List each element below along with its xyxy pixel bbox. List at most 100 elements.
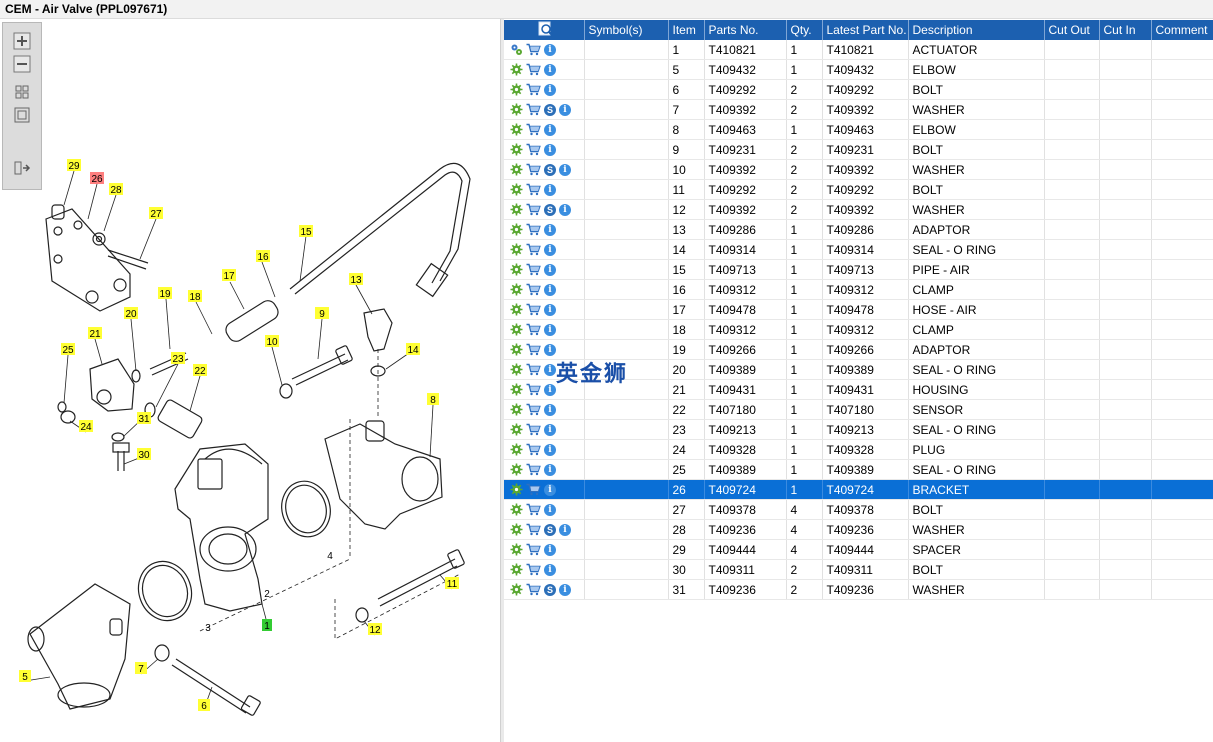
- actual-size-icon[interactable]: [13, 106, 31, 124]
- info-icon[interactable]: i: [559, 203, 571, 216]
- callout-28[interactable]: 28: [109, 183, 123, 196]
- callout-30[interactable]: 30: [137, 448, 151, 461]
- cart-icon[interactable]: [526, 503, 541, 516]
- cart-icon[interactable]: [526, 163, 541, 176]
- cart-icon[interactable]: [526, 443, 541, 456]
- cart-icon[interactable]: [526, 543, 541, 556]
- table-row[interactable]: i 25 T409389 1 T409389 SEAL - O RING: [504, 459, 1213, 480]
- column-header-description[interactable]: Description: [908, 20, 1045, 40]
- gear-icon[interactable]: [510, 483, 523, 496]
- callout-31[interactable]: 31: [137, 412, 151, 425]
- callout-11[interactable]: 11: [445, 577, 459, 590]
- cart-icon[interactable]: [526, 283, 541, 296]
- info-icon[interactable]: i: [544, 283, 556, 296]
- cart-icon[interactable]: [526, 483, 541, 496]
- gear-icon[interactable]: [510, 343, 523, 356]
- cart-icon[interactable]: [526, 243, 541, 256]
- gear-icon[interactable]: [510, 63, 523, 76]
- cart-icon[interactable]: [526, 423, 541, 436]
- gear-icon[interactable]: [510, 563, 523, 576]
- table-row[interactable]: i 22 T407180 1 T407180 SENSOR: [504, 399, 1213, 420]
- gear-icon[interactable]: [510, 223, 523, 236]
- gear-icon[interactable]: [510, 303, 523, 316]
- cart-icon[interactable]: [526, 523, 541, 536]
- info-icon[interactable]: i: [544, 383, 556, 396]
- callout-20[interactable]: 20: [124, 307, 138, 320]
- s-icon[interactable]: S: [544, 203, 556, 216]
- cart-icon[interactable]: [526, 263, 541, 276]
- multi-gear-icon[interactable]: [510, 43, 523, 56]
- info-icon[interactable]: i: [544, 183, 556, 196]
- callout-23[interactable]: 23: [171, 352, 185, 365]
- callout-15[interactable]: 15: [299, 225, 313, 238]
- callout-12[interactable]: 12: [368, 623, 382, 636]
- info-icon[interactable]: i: [544, 503, 556, 516]
- info-icon[interactable]: i: [544, 43, 556, 56]
- callout-17[interactable]: 17: [222, 269, 236, 282]
- gear-icon[interactable]: [510, 243, 523, 256]
- fit-page-icon[interactable]: [13, 83, 31, 101]
- gear-icon[interactable]: [510, 363, 523, 376]
- s-icon[interactable]: S: [544, 103, 556, 116]
- column-header-symbols[interactable]: Symbol(s): [584, 20, 669, 40]
- info-icon[interactable]: i: [559, 163, 571, 176]
- gear-icon[interactable]: [510, 183, 523, 196]
- gear-icon[interactable]: [510, 543, 523, 556]
- cart-icon[interactable]: [526, 203, 541, 216]
- info-icon[interactable]: i: [544, 343, 556, 356]
- column-header-qty[interactable]: Qty.: [786, 20, 823, 40]
- cart-icon[interactable]: [526, 583, 541, 596]
- callout-9[interactable]: 9: [315, 307, 329, 320]
- gear-icon[interactable]: [510, 323, 523, 336]
- info-icon[interactable]: i: [544, 563, 556, 576]
- table-row[interactable]: i 24 T409328 1 T409328 PLUG: [504, 439, 1213, 460]
- table-row[interactable]: i 23 T409213 1 T409213 SEAL - O RING: [504, 419, 1213, 440]
- gear-icon[interactable]: [510, 383, 523, 396]
- info-icon[interactable]: i: [544, 83, 556, 96]
- callout-18[interactable]: 18: [188, 290, 202, 303]
- gear-icon[interactable]: [510, 583, 523, 596]
- gear-icon[interactable]: [510, 143, 523, 156]
- table-row[interactable]: i 9 T409231 2 T409231 BOLT: [504, 139, 1213, 160]
- cart-icon[interactable]: [526, 343, 541, 356]
- column-header-item[interactable]: Item: [668, 20, 705, 40]
- info-icon[interactable]: i: [544, 443, 556, 456]
- table-row[interactable]: i 1 T410821 1 T410821 ACTUATOR: [504, 40, 1213, 60]
- gear-icon[interactable]: [510, 503, 523, 516]
- info-icon[interactable]: i: [544, 243, 556, 256]
- info-icon[interactable]: i: [544, 303, 556, 316]
- gear-icon[interactable]: [510, 83, 523, 96]
- info-icon[interactable]: i: [559, 583, 571, 596]
- cart-icon[interactable]: [526, 363, 541, 376]
- cart-icon[interactable]: [526, 463, 541, 476]
- callout-5[interactable]: 5: [19, 670, 31, 683]
- cart-icon[interactable]: [526, 83, 541, 96]
- callout-21[interactable]: 21: [88, 327, 102, 340]
- table-row[interactable]: i 11 T409292 2 T409292 BOLT: [504, 179, 1213, 200]
- gear-icon[interactable]: [510, 203, 523, 216]
- cart-icon[interactable]: [526, 563, 541, 576]
- callout-6[interactable]: 6: [198, 699, 210, 712]
- cart-icon[interactable]: [526, 303, 541, 316]
- info-icon[interactable]: i: [544, 363, 556, 376]
- cart-icon[interactable]: [526, 103, 541, 116]
- toggle-panel-icon[interactable]: [13, 159, 31, 177]
- table-row[interactable]: i 6 T409292 2 T409292 BOLT: [504, 79, 1213, 100]
- info-icon[interactable]: i: [559, 103, 571, 116]
- info-icon[interactable]: i: [544, 403, 556, 416]
- gear-icon[interactable]: [510, 443, 523, 456]
- s-icon[interactable]: S: [544, 523, 556, 536]
- gear-icon[interactable]: [510, 403, 523, 416]
- s-icon[interactable]: S: [544, 163, 556, 176]
- table-row[interactable]: i 29 T409444 4 T409444 SPACER: [504, 539, 1213, 560]
- table-row[interactable]: Si 28 T409236 4 T409236 WASHER: [504, 519, 1213, 540]
- info-icon[interactable]: i: [544, 423, 556, 436]
- table-row[interactable]: i 27 T409378 4 T409378 BOLT: [504, 499, 1213, 520]
- cart-icon[interactable]: [526, 383, 541, 396]
- cart-icon[interactable]: [526, 323, 541, 336]
- table-row[interactable]: i 18 T409312 1 T409312 CLAMP: [504, 319, 1213, 340]
- column-header-cut-out[interactable]: Cut Out: [1044, 20, 1100, 40]
- callout-27[interactable]: 27: [149, 207, 163, 220]
- gear-icon[interactable]: [510, 283, 523, 296]
- callout-10[interactable]: 10: [265, 335, 279, 348]
